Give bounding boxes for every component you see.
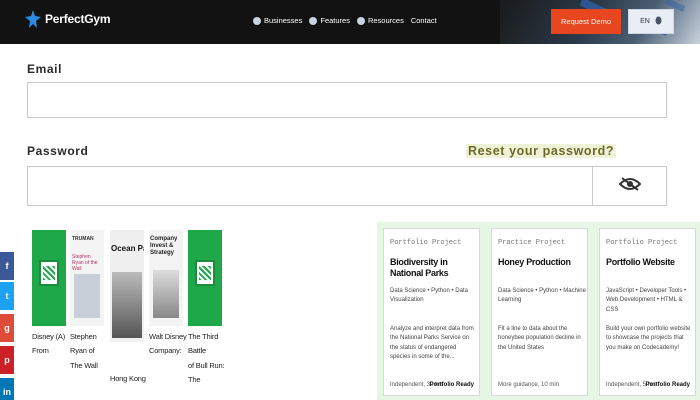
twitter-share-button[interactable]: t [0, 282, 14, 310]
book-cover [188, 230, 222, 326]
globe-icon [253, 16, 261, 25]
nav-label: Contact [410, 16, 437, 25]
book-cover: Ocean Park Tai [110, 230, 144, 342]
globe-icon [655, 16, 662, 27]
book-title: The Third Battle of Bull Run: The [188, 332, 225, 384]
email-field[interactable] [27, 82, 667, 118]
nav-resources[interactable]: Resources [356, 16, 404, 25]
project-type: Practice Project [498, 239, 566, 247]
project-meta: More guidance, 10 min [498, 382, 560, 388]
linkedin-icon: in [3, 387, 11, 397]
project-title: Honey Production [498, 257, 571, 267]
nav-businesses[interactable]: Businesses [253, 16, 302, 25]
project-skills: JavaScript • Developer Tools • Web Devel… [606, 288, 687, 313]
facebook-share-button[interactable]: f [0, 252, 14, 280]
portfolio-ready-badge: Portfolio Ready [429, 382, 474, 388]
book-title: Stephen Ryan of The Wall [70, 332, 98, 370]
reset-password-link[interactable]: Reset your password? [466, 144, 617, 158]
request-demo-button[interactable]: Request Demo [551, 9, 621, 34]
nav-label: Resources [367, 16, 404, 25]
google-plus-icon: g [4, 323, 10, 333]
book-title: Walt Disney Company: [149, 332, 187, 356]
top-nav-bar: PerfectGym Businesses Features Resources… [0, 0, 700, 44]
toggle-password-visibility-button[interactable] [593, 166, 667, 206]
book-cover [32, 230, 66, 326]
nav-features[interactable]: Features [309, 16, 350, 25]
pinterest-share-button[interactable]: p [0, 346, 14, 374]
globe-icon [356, 16, 365, 25]
language-selector[interactable]: EN [628, 9, 674, 34]
project-description: Fit a line to data about the honeybee po… [498, 326, 581, 351]
nav-label: Features [320, 16, 350, 25]
twitter-icon: t [5, 291, 9, 301]
project-card[interactable]: Practice Project Honey Production Data S… [491, 228, 588, 396]
project-title: Portfolio Website [606, 257, 675, 267]
nav-label: Businesses [264, 16, 303, 25]
logo-text: PerfectGym [45, 12, 111, 26]
book-cover: Company Invest & Strategy [149, 230, 183, 326]
project-title: Biodiversity in National Parks [390, 257, 449, 279]
book-cover: TRUMAN Stephen Ryan of the Wall [70, 230, 104, 326]
pinterest-icon: p [4, 355, 10, 365]
eye-slash-icon [618, 176, 641, 196]
perfectgym-logo[interactable]: PerfectGym [25, 10, 111, 28]
project-skills: Data Science • Python • Data Visualizati… [390, 288, 468, 304]
globe-icon [309, 16, 318, 25]
password-label: Password [27, 144, 89, 158]
star-icon [25, 10, 41, 28]
project-card[interactable]: Portfolio Project Portfolio Website Java… [599, 228, 696, 396]
portfolio-ready-badge: Portfolio Ready [645, 382, 690, 388]
book-title: Hong Kong [110, 374, 146, 383]
project-description: Build your own portfolio website to show… [606, 326, 691, 351]
project-skills: Data Science • Python • Machine Learning [498, 288, 586, 304]
linkedin-share-button[interactable]: in [0, 378, 14, 400]
page: PerfectGym Businesses Features Resources… [0, 0, 700, 400]
main-nav: Businesses Features Resources Contact [253, 16, 437, 25]
project-card[interactable]: Portfolio Project Biodiversity in Nation… [383, 228, 480, 396]
project-type: Portfolio Project [606, 239, 678, 247]
facebook-icon: f [5, 261, 9, 271]
google-plus-share-button[interactable]: g [0, 314, 14, 342]
password-field[interactable] [27, 166, 593, 206]
book-title: Disney (A) From [32, 332, 66, 356]
project-type: Portfolio Project [390, 239, 462, 247]
language-label: EN [640, 18, 650, 25]
nav-contact[interactable]: Contact [411, 16, 437, 25]
project-description: Analyze and interpret data from the Nati… [390, 326, 474, 360]
email-label: Email [27, 62, 63, 76]
book-list: Disney (A) From TRUMAN Stephen Ryan of th… [32, 226, 232, 396]
